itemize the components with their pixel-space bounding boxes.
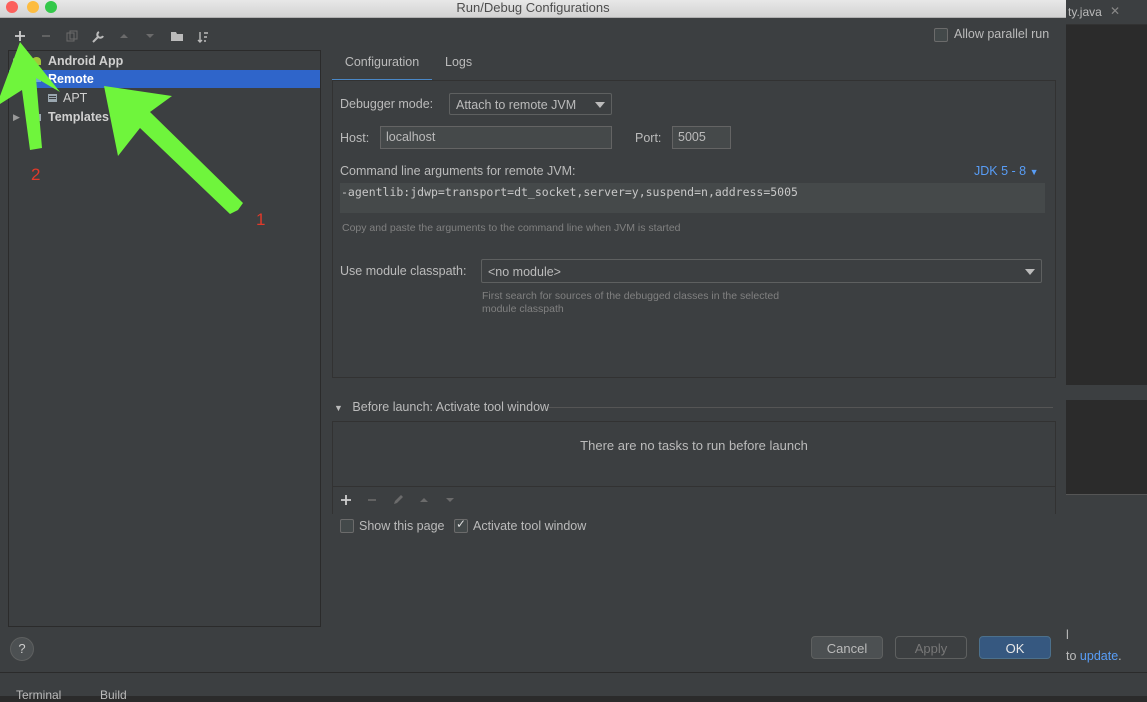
wrench-icon[interactable] [89,28,107,46]
copy-icon[interactable] [63,28,81,46]
remove-icon[interactable] [363,492,381,510]
host-label: Host: [340,131,370,145]
remove-icon[interactable] [37,28,55,46]
sort-icon[interactable] [194,28,212,46]
expand-arrow-icon[interactable]: ▶ [13,108,20,126]
tree-item-label: Android App [48,54,124,68]
cmd-args-field[interactable]: -agentlib:jdwp=transport=dt_socket,serve… [340,183,1045,213]
annotation-label-1: 1 [256,210,266,229]
run-debug-dialog: Run/Debug Configurations ▶ Android App ▼… [0,0,1066,672]
module-hint-line1: First search for sources of the debugged… [482,290,780,302]
add-icon[interactable] [337,492,355,510]
tree-item-templates[interactable]: ▶ Templates [9,108,320,126]
tree-item-label: Remote [48,72,94,86]
show-page-label: Show this page [359,519,445,533]
config-file-icon [48,94,57,102]
templates-icon [32,114,41,121]
expand-arrow-icon[interactable]: ▼ [13,70,22,88]
ok-button[interactable]: OK [979,636,1051,659]
apply-button[interactable]: Apply [895,636,967,659]
editor-panel [1066,399,1147,495]
android-icon [32,57,41,65]
jdk-version-label: JDK 5 - 8 [974,164,1027,178]
terminal-tab[interactable]: Terminal [16,688,61,702]
notification-text: l [1066,628,1069,642]
chevron-down-icon [1025,269,1035,275]
notification-suffix: . [1118,649,1122,663]
before-launch-panel: There are no tasks to run before launch [332,421,1056,514]
notification-prefix: to [1066,649,1077,663]
panel-divider [1066,385,1147,399]
cmd-args-label: Command line arguments for remote JVM: [340,164,576,178]
tree-item-android-app[interactable]: ▶ Android App [9,52,320,70]
config-tree: ▶ Android App ▼ Remote APT ▶ Templates [8,50,321,627]
dialog-title: Run/Debug Configurations [456,0,610,15]
tab-logs[interactable]: Logs [445,50,472,79]
edit-icon[interactable] [389,492,407,510]
background-ide: ty.java ✕ l to update. [1066,0,1147,695]
collapse-arrow-icon: ▼ [334,403,343,413]
title-bar: Run/Debug Configurations [0,0,1066,18]
bottom-tool-bar: Terminal Build [0,672,1147,702]
move-down-icon[interactable] [441,492,459,510]
editor-tab[interactable]: ty.java ✕ [1066,0,1147,25]
module-hint-line2: module classpath [482,303,564,315]
move-down-icon[interactable] [141,28,159,46]
activate-tool-window-label: Activate tool window [473,519,587,533]
activate-tool-window-checkbox[interactable] [454,517,468,533]
debugger-mode-dropdown[interactable]: Attach to remote JVM [449,93,612,115]
expand-arrow-icon[interactable]: ▶ [13,52,20,70]
before-launch-title: Before launch: Activate tool window [352,400,550,414]
host-input[interactable]: localhost [380,126,612,149]
jdk-version-dropdown[interactable]: JDK 5 - 8 ▼ [974,164,1039,178]
new-folder-icon[interactable] [168,28,186,46]
move-up-icon[interactable] [415,492,433,510]
editor-tab-label: ty.java [1068,5,1102,19]
help-button[interactable]: ? [10,637,34,661]
tab-configuration[interactable]: Configuration [332,50,432,81]
tool-panel [1066,494,1147,625]
move-up-icon[interactable] [115,28,133,46]
port-label: Port: [635,131,662,145]
module-classpath-value: <no module> [488,265,561,279]
allow-parallel-checkbox[interactable] [934,28,948,42]
update-notification: l to update. [1066,624,1147,672]
close-icon[interactable]: ✕ [1110,4,1120,18]
add-icon[interactable] [11,28,29,46]
before-launch-toolbar [333,486,1055,514]
cancel-button[interactable]: Cancel [811,636,883,659]
module-classpath-label: Use module classpath: [340,264,467,278]
chevron-down-icon: ▼ [1029,167,1039,177]
tree-item-label: APT [63,91,88,105]
tree-item-remote[interactable]: ▼ Remote [9,70,320,88]
before-launch-empty-text: There are no tasks to run before launch [580,438,808,453]
remote-icon [32,76,41,82]
allow-parallel-label: Allow parallel run [954,27,1050,41]
build-tab[interactable]: Build [100,688,127,702]
show-page-checkbox[interactable] [340,519,354,533]
update-link[interactable]: update [1080,649,1118,663]
module-classpath-dropdown[interactable]: <no module> [481,259,1042,283]
divider [548,407,1053,408]
debugger-mode-label: Debugger mode: [340,97,434,111]
cmd-args-hint: Copy and paste the arguments to the comm… [342,222,681,234]
port-input[interactable]: 5005 [672,126,731,149]
before-launch-header[interactable]: ▼ Before launch: Activate tool window [334,400,549,414]
annotation-label-2: 2 [31,165,41,184]
chevron-down-icon [595,102,605,108]
debugger-mode-value: Attach to remote JVM [456,98,577,112]
notification-line: to update. [1066,649,1122,663]
tree-item-apt[interactable]: APT [9,89,320,107]
tree-item-label: Templates [48,110,109,124]
